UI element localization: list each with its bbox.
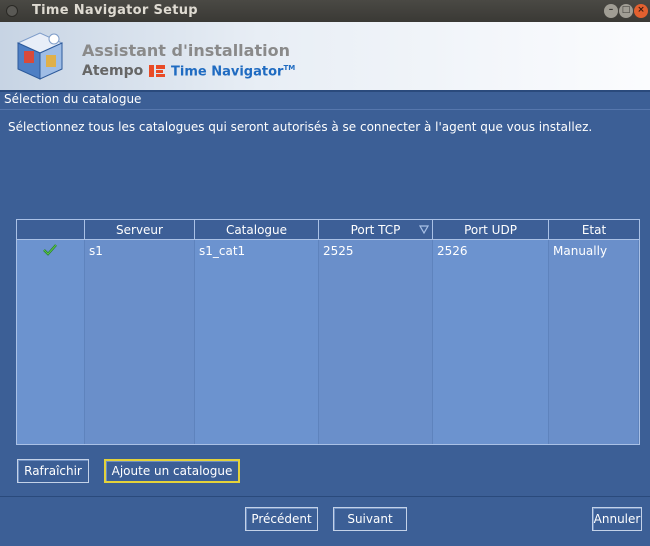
installer-banner: Assistant d'installation Atempo Time Nav…: [0, 22, 650, 90]
installer-logo-icon: [16, 32, 64, 80]
column-etat: [549, 240, 639, 444]
next-button[interactable]: Suivant: [333, 507, 407, 531]
column-serveur: [85, 240, 195, 444]
section-divider: [0, 109, 650, 110]
cancel-button[interactable]: Annuler: [592, 507, 642, 531]
column-port-tcp: [319, 240, 433, 444]
atempo-logo-icon: [149, 65, 165, 77]
banner-heading: Assistant d'installation: [82, 41, 290, 60]
header-serveur[interactable]: Serveur: [85, 220, 195, 239]
previous-button[interactable]: Précédent: [245, 507, 318, 531]
refresh-button[interactable]: Rafraîchir: [17, 459, 89, 483]
header-etat[interactable]: Etat: [549, 220, 639, 239]
close-button[interactable]: ×: [634, 4, 648, 18]
check-icon[interactable]: [43, 244, 57, 256]
brand-name: Atempo: [82, 63, 144, 79]
column-port-udp: [433, 240, 549, 444]
table-header: Serveur Catalogue Port TCP Port UDP Etat: [17, 220, 639, 240]
sort-descending-icon: [419, 225, 429, 234]
product-name: Time NavigatorTM: [171, 64, 296, 80]
catalog-table[interactable]: Serveur Catalogue Port TCP Port UDP Etat…: [16, 219, 640, 445]
minimize-button[interactable]: –: [604, 4, 618, 18]
section-title: Sélection du catalogue: [4, 92, 142, 106]
cell-serveur: s1: [89, 244, 103, 258]
column-catalogue: [195, 240, 319, 444]
header-port-tcp[interactable]: Port TCP: [319, 220, 433, 239]
add-catalog-button[interactable]: Ajoute un catalogue: [104, 459, 240, 483]
title-bar: Time Navigator Setup – □ ×: [0, 0, 650, 22]
window-menu-icon[interactable]: [6, 5, 18, 17]
header-port-udp[interactable]: Port UDP: [433, 220, 549, 239]
header-select[interactable]: [17, 220, 85, 239]
footer-divider: [0, 496, 650, 497]
cell-port-tcp: 2525: [323, 244, 354, 258]
cell-port-udp: 2526: [437, 244, 468, 258]
maximize-button[interactable]: □: [619, 4, 633, 18]
cell-etat: Manually: [553, 244, 608, 258]
instruction-text: Sélectionnez tous les catalogues qui ser…: [8, 120, 593, 134]
cell-catalogue: s1_cat1: [199, 244, 246, 258]
column-select: [17, 240, 85, 444]
header-catalogue[interactable]: Catalogue: [195, 220, 319, 239]
window-title: Time Navigator Setup: [32, 3, 198, 18]
